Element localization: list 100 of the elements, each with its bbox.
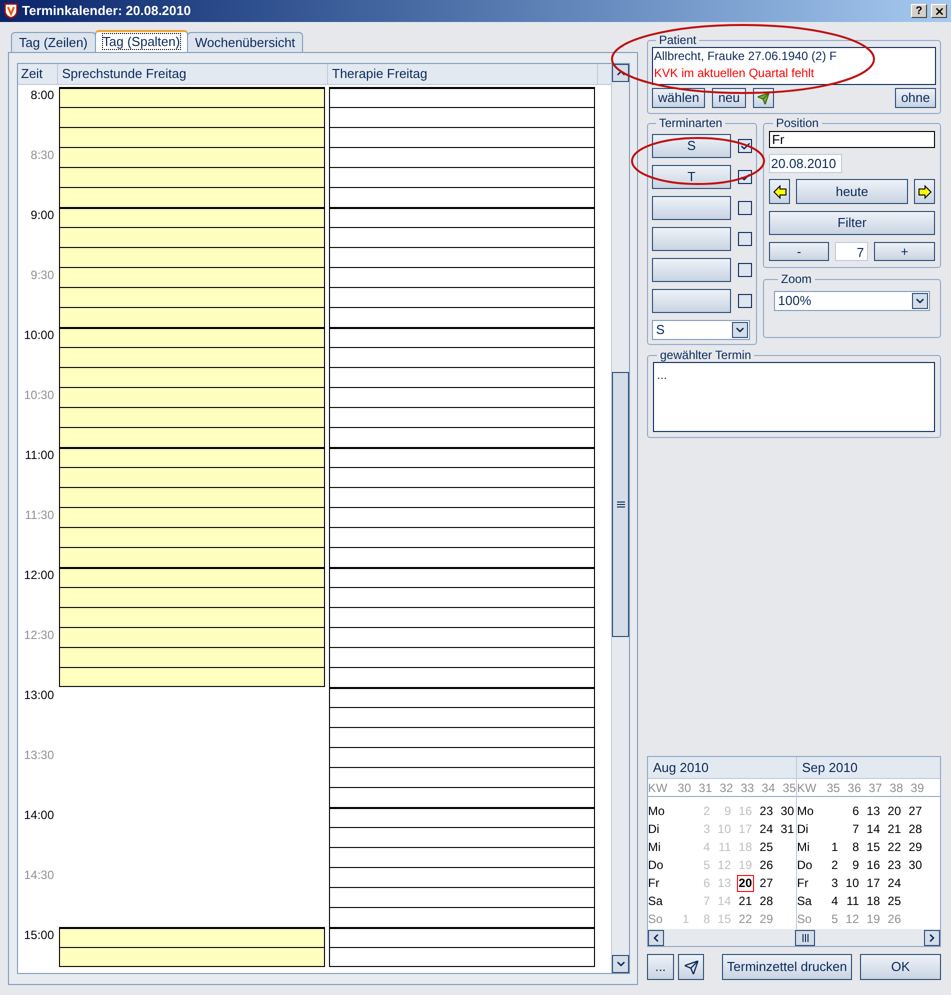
time-slot[interactable]: [329, 867, 595, 887]
previous-button[interactable]: [769, 179, 790, 204]
calendar-day[interactable]: 28: [906, 820, 924, 838]
time-slot[interactable]: [329, 367, 595, 387]
calendar-day[interactable]: 8: [850, 838, 861, 856]
time-slot[interactable]: [329, 787, 595, 807]
time-slot[interactable]: [329, 567, 595, 587]
time-slot[interactable]: [59, 507, 325, 527]
checkbox[interactable]: [738, 263, 752, 277]
day-field[interactable]: Fr: [769, 131, 935, 148]
send-button[interactable]: [752, 88, 774, 108]
plus-button[interactable]: +: [874, 242, 935, 261]
time-slot[interactable]: [329, 527, 595, 547]
type-button[interactable]: T: [652, 165, 731, 189]
help-button[interactable]: ?: [911, 4, 927, 18]
calendar-day[interactable]: 14: [864, 820, 882, 838]
time-slot[interactable]: [329, 167, 595, 187]
calendar-day[interactable]: 17: [864, 874, 882, 892]
time-slot[interactable]: [329, 127, 595, 147]
calendar-scrollbar[interactable]: [648, 929, 940, 946]
calendar-day[interactable]: 21: [736, 892, 754, 910]
patient-button[interactable]: neu: [712, 88, 746, 108]
checkbox[interactable]: [738, 232, 752, 246]
time-slot[interactable]: [329, 147, 595, 167]
time-slot[interactable]: [59, 147, 325, 167]
time-slot[interactable]: [59, 407, 325, 427]
ok-button[interactable]: OK: [860, 954, 941, 980]
time-slot[interactable]: [329, 227, 595, 247]
next-button[interactable]: [914, 179, 935, 204]
close-button[interactable]: [931, 4, 947, 18]
time-slot[interactable]: [329, 747, 595, 767]
calendar-day[interactable]: 15: [864, 838, 882, 856]
time-slot[interactable]: [329, 667, 595, 687]
calendar-day[interactable]: 16: [864, 856, 882, 874]
time-slot[interactable]: [59, 107, 325, 127]
time-slot[interactable]: [59, 227, 325, 247]
checkbox[interactable]: [738, 201, 752, 215]
time-slot[interactable]: [329, 687, 595, 707]
time-slot[interactable]: [329, 447, 595, 467]
time-slot[interactable]: [59, 207, 325, 227]
time-slot[interactable]: [59, 347, 325, 367]
time-slot[interactable]: [59, 287, 325, 307]
time-slot[interactable]: [329, 907, 595, 927]
today-button[interactable]: heute: [796, 179, 908, 204]
calendar-day[interactable]: 20: [736, 874, 754, 892]
time-slot[interactable]: [329, 847, 595, 867]
type-button[interactable]: [652, 258, 731, 282]
time-slot[interactable]: [329, 807, 595, 827]
zoom-select[interactable]: 100%: [774, 291, 930, 311]
clear-button[interactable]: ohne: [895, 88, 936, 108]
time-slot[interactable]: [329, 707, 595, 727]
calendar-day[interactable]: 23: [758, 802, 775, 820]
type-button[interactable]: [652, 196, 731, 220]
time-slot[interactable]: [329, 207, 595, 227]
calendar-day[interactable]: 22: [886, 838, 903, 856]
calendar-day[interactable]: 6: [850, 802, 861, 820]
minus-button[interactable]: -: [769, 242, 829, 261]
time-slot[interactable]: [329, 887, 595, 907]
time-slot[interactable]: [329, 247, 595, 267]
scroll-thumb[interactable]: [612, 372, 629, 637]
time-slot[interactable]: [329, 267, 595, 287]
time-slot[interactable]: [59, 367, 325, 387]
calendar-day[interactable]: 18: [864, 892, 882, 910]
type-button[interactable]: S: [652, 134, 731, 158]
count-field[interactable]: 7: [835, 242, 868, 261]
calendar-day[interactable]: 26: [758, 856, 775, 874]
time-slot[interactable]: [329, 507, 595, 527]
date-field[interactable]: 20.08.2010: [769, 154, 842, 173]
send-button[interactable]: [678, 954, 704, 980]
time-slot[interactable]: [59, 947, 325, 967]
type-button[interactable]: [652, 289, 731, 313]
time-slot[interactable]: [59, 467, 325, 487]
time-slot[interactable]: [59, 647, 325, 667]
time-slot[interactable]: [329, 427, 595, 447]
calendar-day[interactable]: 20: [886, 802, 903, 820]
time-slot[interactable]: [329, 467, 595, 487]
time-slot[interactable]: [59, 667, 325, 687]
calendar-day[interactable]: 23: [886, 856, 903, 874]
time-slot[interactable]: [59, 87, 325, 107]
tab[interactable]: Wochenübersicht: [186, 32, 304, 52]
time-slot[interactable]: [59, 567, 325, 587]
calendar-day[interactable]: 11: [844, 892, 861, 910]
calendar-day[interactable]: 7: [850, 820, 861, 838]
time-slot[interactable]: [59, 327, 325, 347]
calendar-day[interactable]: 30: [906, 856, 924, 874]
time-slot[interactable]: [329, 87, 595, 107]
patient-button[interactable]: wählen: [652, 88, 706, 108]
time-slot[interactable]: [329, 327, 595, 347]
time-slot[interactable]: [59, 307, 325, 327]
scrollbar[interactable]: [611, 64, 629, 973]
time-slot[interactable]: [59, 447, 325, 467]
calendar-day[interactable]: 27: [906, 802, 924, 820]
time-slot[interactable]: [329, 647, 595, 667]
tab[interactable]: Tag (Spalten): [94, 30, 188, 52]
more-button[interactable]: ...: [647, 954, 674, 980]
time-slot[interactable]: [59, 387, 325, 407]
time-slot[interactable]: [59, 927, 325, 947]
calendar-day[interactable]: 21: [886, 820, 903, 838]
calendar-day[interactable]: 24: [758, 820, 775, 838]
print-button[interactable]: Terminzettel drucken: [722, 954, 852, 980]
